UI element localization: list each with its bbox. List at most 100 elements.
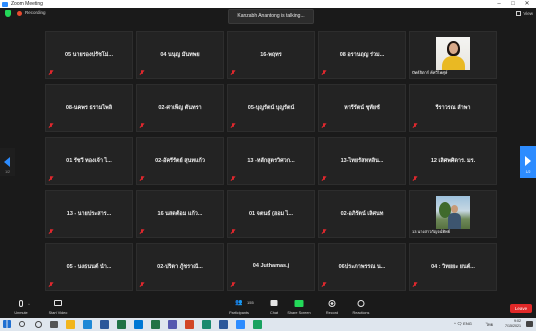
participant-tile[interactable]: 05 นายรองปรัชโม่...	[45, 31, 133, 79]
teams-icon[interactable]	[168, 320, 177, 329]
previous-page-button[interactable]: 1/2	[0, 148, 15, 176]
participants-button[interactable]: 👥 155 Participants	[222, 299, 256, 317]
search-icon[interactable]	[19, 321, 25, 327]
excel-2-icon[interactable]	[151, 320, 160, 329]
powerpoint-icon[interactable]	[185, 320, 194, 329]
reactions-button[interactable]: Reactions	[344, 299, 378, 317]
next-page-button[interactable]: 1/2	[520, 146, 536, 178]
participant-tile[interactable]: 16 นสดต้อม แก้ว...	[136, 190, 224, 238]
participants-icon: 👥	[235, 300, 243, 306]
notification-center-icon[interactable]	[526, 321, 533, 327]
leave-button[interactable]: Leave	[510, 304, 532, 313]
arrow-left-icon	[4, 157, 10, 167]
share-screen-icon	[294, 300, 304, 307]
participant-name: 16-พฤทร	[260, 52, 282, 58]
participant-name: 08-นคพร ธรามไพลิ	[65, 105, 113, 111]
participant-tile[interactable]: 02-ศาเพ็ญ ตันทรา	[136, 84, 224, 132]
participant-tile[interactable]: 04 : วิทยยะ ยนต์...	[409, 243, 497, 291]
share-screen-label: Share Screen	[287, 311, 311, 315]
start-video-button[interactable]: Start Video	[41, 299, 75, 317]
participant-tile[interactable]: 04 Juthamas.j	[227, 243, 315, 291]
security-shield-icon[interactable]	[5, 10, 11, 17]
participant-tile[interactable]: ปัทธ์จิตาร์ ค์ทวีไพศุษ์	[409, 31, 497, 79]
participant-tile[interactable]: รีราวรณ ลำพา	[409, 84, 497, 132]
word-icon[interactable]	[100, 320, 109, 329]
participant-video	[436, 196, 470, 229]
window-title: Zoom Meeting	[11, 1, 43, 7]
edge-browser-icon[interactable]	[83, 320, 92, 329]
participant-tile[interactable]: 04 นนุญ มั่นทพย	[136, 31, 224, 79]
task-view-icon[interactable]	[50, 321, 58, 328]
participant-tile[interactable]: 13-ไทยรัสหหลิน...	[318, 137, 406, 185]
participant-name: 13 -หลักสูตรวิศวก...	[247, 158, 295, 164]
participant-tile[interactable]: 16-พฤทร	[227, 31, 315, 79]
view-label: View	[523, 11, 533, 16]
participant-tile[interactable]: 08-นคพร ธรามไพลิ	[45, 84, 133, 132]
muted-microphone-icon	[321, 176, 327, 182]
participants-count: 155	[247, 300, 254, 305]
unmute-button[interactable]: ^ Unmute	[4, 299, 38, 317]
participant-tile[interactable]: 13 -หลักสูตรวิศวก...	[227, 137, 315, 185]
muted-microphone-icon	[321, 229, 327, 235]
participant-tile[interactable]: 05 - นงธนนต์ นำ...	[45, 243, 133, 291]
file-explorer-icon[interactable]	[66, 320, 75, 329]
participant-name: 01 รัชวี ทองเจ้า ไ...	[66, 158, 112, 164]
muted-microphone-icon	[48, 282, 54, 288]
muted-microphone-icon	[230, 282, 236, 288]
participant-tile[interactable]: 08 อรานฤญ ร่วม...	[318, 31, 406, 79]
minimize-button[interactable]: –	[492, 0, 506, 8]
mail-icon[interactable]	[134, 320, 143, 329]
maximize-button[interactable]: □	[506, 0, 520, 8]
muted-microphone-icon	[230, 123, 236, 129]
participant-tile[interactable]: 02-อัครีรัตย์ สุนทแก้ว	[136, 137, 224, 185]
zoom-taskbar-icon[interactable]	[236, 320, 245, 329]
participant-tile[interactable]: 13 - นายประสาร...	[45, 190, 133, 238]
participant-name-caption: ปัทธ์จิตาร์ ค์ทวีไพศุษ์	[412, 70, 448, 75]
participant-name: 04 : วิทยยะ ยนต์...	[431, 264, 475, 270]
share-screen-button[interactable]: Share Screen	[282, 299, 316, 317]
video-body	[448, 213, 461, 229]
audio-options-caret-icon[interactable]: ^	[28, 302, 30, 307]
excel-icon[interactable]	[117, 320, 126, 329]
participant-video	[436, 37, 470, 70]
view-button[interactable]: View	[516, 11, 533, 16]
participant-tile[interactable]: 12 เลิศพศิดาร. มร.	[409, 137, 497, 185]
muted-microphone-icon	[230, 70, 236, 76]
participant-name: 02-อภิรัตน์ เลิศนท	[340, 211, 384, 217]
clock-date: 7/15/2021	[505, 324, 521, 328]
participant-name: 05 นายรองปรัชโม่...	[64, 52, 113, 58]
windows-start-icon[interactable]	[3, 320, 11, 328]
participant-tile[interactable]: 01 รัชวี ทองเจ้า ไ...	[45, 137, 133, 185]
app-icon[interactable]	[202, 320, 211, 329]
system-tray-icons[interactable]: ^ 🗨 ENG	[454, 321, 472, 326]
word-2-icon[interactable]	[219, 320, 228, 329]
participant-tile[interactable]: 13 นางสาวกัญจน์ทิพย์	[409, 190, 497, 238]
taskbar-clock[interactable]: 9:02 7/15/2021	[505, 319, 521, 329]
title-bar: Zoom Meeting – □ ✕	[0, 0, 536, 8]
muted-microphone-icon	[139, 123, 145, 129]
participant-tile[interactable]: 05-บุญรัตน์ บุญรัตน์	[227, 84, 315, 132]
participant-tile[interactable]: 02-ปริตา ภู้ชราณั...	[136, 243, 224, 291]
line-app-icon[interactable]	[253, 320, 262, 329]
participant-tile[interactable]: หารีรัตน์ ชุทัยช์	[318, 84, 406, 132]
participant-name: 01 จตนธ์ (ฮอม ไ...	[248, 211, 294, 217]
muted-microphone-icon	[230, 176, 236, 182]
active-speaker-banner: Kanzabh Anantong is talking...	[228, 9, 314, 24]
close-button[interactable]: ✕	[520, 0, 534, 8]
microphone-icon	[19, 300, 23, 307]
participant-tile[interactable]: 02-อภิรัตน์ เลิศนท	[318, 190, 406, 238]
arrow-right-icon	[525, 156, 531, 166]
recording-label[interactable]: Recording	[25, 10, 46, 15]
participant-name: 04 นนุญ มั่นทพย	[160, 52, 200, 58]
muted-microphone-icon	[139, 176, 145, 182]
windows-taskbar: ^ 🗨 ENG ไทย 9:02 7/15/2021	[0, 318, 536, 331]
muted-microphone-icon	[412, 176, 418, 182]
participant-name: 13-ไทยรัสหหลิน...	[340, 158, 384, 164]
participant-tile[interactable]: 06ประภาพรรณ น...	[318, 243, 406, 291]
input-language-indicator[interactable]: ไทย	[486, 321, 493, 328]
cortana-icon[interactable]	[35, 321, 42, 328]
participant-tile[interactable]: 01 จตนธ์ (ฮอม ไ...	[227, 190, 315, 238]
muted-microphone-icon	[48, 123, 54, 129]
muted-microphone-icon	[321, 70, 327, 76]
muted-microphone-icon	[139, 282, 145, 288]
